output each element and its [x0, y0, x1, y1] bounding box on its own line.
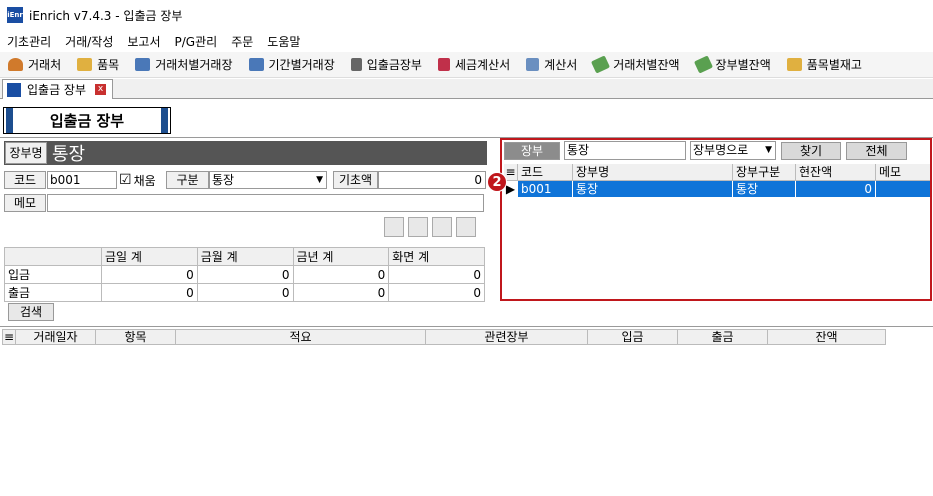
- document-tab-bar: 입출금 장부 x: [0, 79, 933, 99]
- type-select[interactable]: 통장 ▼: [209, 171, 327, 189]
- chevron-down-icon: ▼: [316, 175, 323, 185]
- table-row[interactable]: ▶ b001 통장 통장 0: [504, 181, 930, 197]
- calculator-icon: [350, 58, 362, 71]
- menu-item-trade[interactable]: 거래/작성: [58, 33, 120, 50]
- document-icon: [526, 58, 540, 71]
- edit-icon[interactable]: [408, 217, 428, 237]
- transactions-grid-header: ≡ 거래일자 항목 적요 관련장부 입금 출금 잔액: [2, 329, 886, 345]
- add-icon[interactable]: [384, 217, 404, 237]
- person-icon: [8, 58, 23, 71]
- toolbar-client-ledger-button[interactable]: 거래처별거래장: [127, 53, 240, 77]
- ledger-label: 장부: [504, 142, 560, 160]
- toolbar: 거래처 품목 거래처별거래장 기간별거래장 입출금장부 세금계산서 계산서 거래…: [0, 52, 933, 78]
- toolbar-client-balance-button[interactable]: 거래처별잔액: [585, 53, 687, 77]
- title-cap-right: [161, 108, 168, 133]
- ledger-icon: [135, 58, 151, 71]
- ledger-search-panel: 장부 통장 장부명으로 ▼ 찾기 전체 ≡ 코드 장부명 장부구분 현잔액 메모…: [500, 138, 932, 301]
- auto-fill-checkbox[interactable]: ☑ 채움: [119, 171, 156, 189]
- ledger-grid-header: ≡ 코드 장부명 장부구분 현잔액 메모: [504, 164, 930, 181]
- title-bar: iEnr iEnrich v7.4.3 - 입출금 장부: [0, 0, 933, 30]
- app-logo-icon: [7, 82, 21, 97]
- chevron-down-icon: ▼: [765, 145, 772, 155]
- menu-item-basic[interactable]: 기초관리: [0, 33, 58, 50]
- title-cap-left: [6, 108, 13, 133]
- box-icon: [786, 58, 802, 71]
- toolbar-period-ledger-button[interactable]: 기간별거래장: [241, 53, 343, 77]
- toolbar-client-button[interactable]: 거래처: [0, 53, 69, 77]
- memo-input[interactable]: [47, 194, 484, 212]
- toolbar-ledger-balance-button[interactable]: 장부별잔액: [688, 53, 779, 77]
- menu-bar: 기초관리 거래/작성 보고서 P/G관리 주문 도움말: [0, 30, 933, 52]
- step-badge: 2: [487, 172, 507, 192]
- menu-item-reports[interactable]: 보고서: [120, 33, 167, 50]
- code-label: 코드: [4, 171, 46, 189]
- money-icon: [591, 55, 611, 74]
- app-logo-icon: iEnr: [7, 7, 23, 23]
- find-button[interactable]: 찾기: [781, 142, 841, 160]
- ledger-name-label: 장부명: [5, 142, 47, 164]
- toolbar-stock-button[interactable]: 품목별재고: [779, 53, 870, 77]
- type-label: 구분: [166, 171, 209, 189]
- toolbar-tax-invoice-button[interactable]: 세금계산서: [430, 53, 518, 77]
- menu-item-pg[interactable]: P/G관리: [168, 33, 225, 50]
- ledger-search-input[interactable]: 통장: [564, 141, 686, 160]
- ledger-icon: [248, 58, 264, 71]
- code-input[interactable]: b001: [47, 171, 117, 189]
- search-mode-select[interactable]: 장부명으로 ▼: [690, 141, 776, 160]
- close-icon[interactable]: x: [95, 84, 107, 95]
- menu-item-order[interactable]: 주문: [224, 33, 260, 50]
- table-row: 출금 0 0 0 0: [4, 283, 485, 302]
- menu-item-help[interactable]: 도움말: [260, 33, 307, 50]
- toolbar-cashbook-button[interactable]: 입출금장부: [343, 53, 430, 77]
- money-icon: [693, 55, 713, 74]
- invoice-icon: [437, 58, 450, 71]
- opening-balance-input[interactable]: 0: [378, 171, 486, 189]
- summary-table: 금일 계 금월 계 금년 계 화면 계 입금 0 0 0 0 출금 0 0 0 …: [4, 247, 485, 302]
- tab-cashbook[interactable]: 입출금 장부 x: [2, 79, 114, 99]
- grid-menu-icon: ≡: [3, 330, 16, 344]
- save-icon[interactable]: [432, 217, 452, 237]
- search-button[interactable]: 검색: [8, 303, 54, 321]
- toolbar-invoice-button[interactable]: 계산서: [518, 53, 585, 77]
- window-title: iEnrich v7.4.3 - 입출금 장부: [29, 8, 183, 23]
- opening-balance-label: 기초액: [333, 171, 378, 189]
- box-icon: [77, 58, 93, 71]
- ledger-name-value[interactable]: 통장: [52, 140, 85, 166]
- delete-icon[interactable]: [456, 217, 476, 237]
- memo-label: 메모: [4, 194, 46, 212]
- show-all-button[interactable]: 전체: [846, 142, 907, 160]
- checkbox-icon: ☑: [119, 172, 132, 188]
- divider: [0, 326, 933, 327]
- toolbar-item-button[interactable]: 품목: [69, 53, 127, 77]
- table-row: 입금 0 0 0 0: [4, 265, 485, 284]
- form-action-buttons: [384, 217, 476, 237]
- page-title: 입출금 장부: [3, 107, 171, 134]
- ledger-name-bar: 장부명 통장: [4, 141, 487, 165]
